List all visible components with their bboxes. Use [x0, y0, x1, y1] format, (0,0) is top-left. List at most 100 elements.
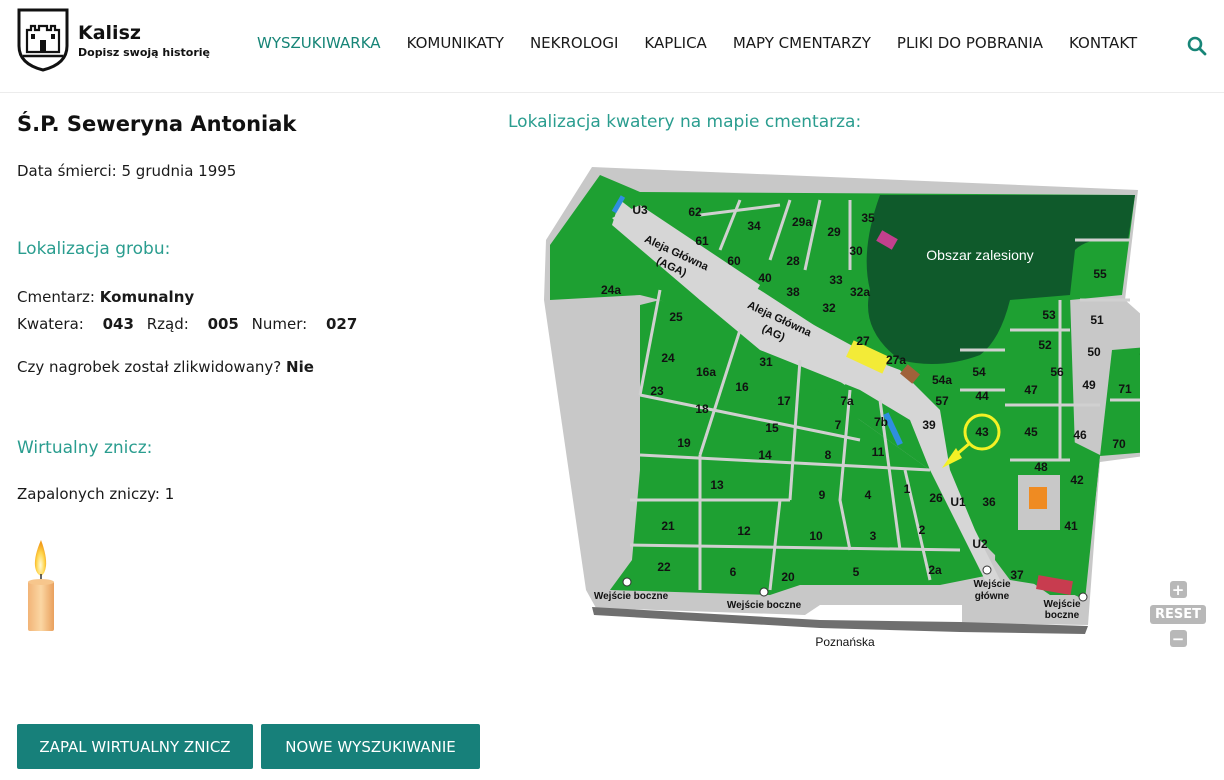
row-value: 005: [207, 315, 239, 333]
quarter-label-9[interactable]: 9: [819, 488, 826, 502]
quarter-label-8[interactable]: 8: [825, 448, 832, 462]
death-date: 5 grudnia 1995: [121, 162, 237, 180]
quarter-label-1[interactable]: 1: [904, 482, 911, 496]
quarter-label-29[interactable]: 29: [827, 225, 841, 239]
quarter-label-62[interactable]: 62: [688, 205, 702, 219]
quarter-label-56[interactable]: 56: [1050, 365, 1064, 379]
quarter-label-U3[interactable]: U3: [632, 203, 648, 217]
quarter-label-70[interactable]: 70: [1112, 437, 1126, 451]
quarter-label-54a[interactable]: 54a: [932, 373, 952, 387]
quarter-label-23[interactable]: 23: [650, 384, 664, 398]
quarter-label-24a[interactable]: 24a: [601, 283, 621, 297]
quarter-label-12[interactable]: 12: [737, 524, 751, 538]
quarter-label-18[interactable]: 18: [695, 402, 709, 416]
quarter-label-53[interactable]: 53: [1042, 308, 1056, 322]
cemetery-line: Cmentarz: Komunalny: [17, 288, 194, 306]
quarter-label-7a[interactable]: 7a: [840, 394, 854, 408]
quarter-label-40[interactable]: 40: [758, 271, 772, 285]
quarter-label-U2[interactable]: U2: [972, 537, 988, 551]
candle-count-line: Zapalonych zniczy: 1: [17, 485, 174, 503]
quarter-label-25[interactable]: 25: [669, 310, 683, 324]
quarter-label-5[interactable]: 5: [853, 565, 860, 579]
quarter-label-41[interactable]: 41: [1064, 519, 1078, 533]
quarter-label-19[interactable]: 19: [677, 436, 691, 450]
quarter-value: 043: [102, 315, 134, 333]
new-search-button[interactable]: NOWE WYSZUKIWANIE: [261, 724, 480, 769]
quarter-label-44[interactable]: 44: [975, 389, 989, 403]
quarter-label-17[interactable]: 17: [777, 394, 791, 408]
quarter-label-42[interactable]: 42: [1070, 473, 1084, 487]
quarter-label-32[interactable]: 32: [822, 301, 836, 315]
nav-item-mapy-cmentarzy[interactable]: MAPY CMENTARZY: [733, 34, 871, 52]
quarter-label-14[interactable]: 14: [758, 448, 772, 462]
nav-item-wyszukiwarka[interactable]: WYSZUKIWARKA: [257, 34, 381, 52]
quarter-label-29a[interactable]: 29a: [792, 215, 812, 229]
quarter-label-46[interactable]: 46: [1073, 428, 1087, 442]
quarter-label-38[interactable]: 38: [786, 285, 800, 299]
quarter-label-33[interactable]: 33: [829, 273, 843, 287]
quarter-label-54[interactable]: 54: [972, 365, 986, 379]
quarter-label-31[interactable]: 31: [759, 355, 773, 369]
quarter-label-2[interactable]: 2: [919, 523, 926, 537]
quarter-label-60[interactable]: 60: [727, 254, 741, 268]
quarter-label-U1[interactable]: U1: [950, 495, 966, 509]
quarter-label-72[interactable]: 72: [1139, 351, 1140, 365]
quarter-label-35[interactable]: 35: [861, 211, 875, 225]
quarter-label-16a[interactable]: 16a: [696, 365, 716, 379]
row-label: Rząd:: [146, 315, 189, 333]
quarter-label-27[interactable]: 27: [856, 334, 870, 348]
zoom-in-button[interactable]: +: [1169, 581, 1187, 599]
quarter-label-11[interactable]: 11: [872, 445, 885, 459]
quarter-label-34[interactable]: 34: [747, 219, 761, 233]
quarter-label-13[interactable]: 13: [710, 478, 724, 492]
quarter-label-50[interactable]: 50: [1087, 345, 1101, 359]
quarter-label-49[interactable]: 49: [1082, 378, 1096, 392]
quarter-label-36[interactable]: 36: [982, 495, 996, 509]
quarter-label-27a[interactable]: 27a: [886, 353, 906, 367]
quarter-label-16[interactable]: 16: [735, 380, 749, 394]
quarter-label-15[interactable]: 15: [765, 421, 779, 435]
nav-item-komunikaty[interactable]: KOMUNIKATY: [407, 34, 504, 52]
search-icon[interactable]: [1186, 35, 1208, 57]
quarter-label-57[interactable]: 57: [935, 394, 949, 408]
nav-item-pliki-do-pobrania[interactable]: PLIKI DO POBRANIA: [897, 34, 1043, 52]
quarter-label-48[interactable]: 48: [1034, 460, 1048, 474]
quarter-label-45[interactable]: 45: [1024, 425, 1038, 439]
forest-label: Obszar zalesiony: [926, 247, 1033, 263]
nav-item-kaplica[interactable]: KAPLICA: [644, 34, 706, 52]
quarter-label-61[interactable]: 61: [695, 234, 709, 248]
quarter-label-7[interactable]: 7: [835, 418, 842, 432]
quarter-label-28[interactable]: 28: [786, 254, 800, 268]
cemetery-map[interactable]: Obszar zalesiony Aleja Główna (AGA) Alej…: [540, 160, 1140, 660]
quarter-label-55[interactable]: 55: [1093, 267, 1107, 281]
quarter-label-6[interactable]: 6: [730, 565, 737, 579]
quarter-label-37[interactable]: 37: [1010, 568, 1024, 582]
logo[interactable]: Kalisz Dopisz swoją historię: [17, 8, 210, 72]
quarter-label-10[interactable]: 10: [809, 529, 823, 543]
quarter-label-21[interactable]: 21: [661, 519, 675, 533]
quarter-label-52[interactable]: 52: [1038, 338, 1052, 352]
quarter-label-47[interactable]: 47: [1024, 383, 1038, 397]
quarter-label-22[interactable]: 22: [657, 560, 671, 574]
nav-item-kontakt[interactable]: KONTAKT: [1069, 34, 1137, 52]
quarter-label-26[interactable]: 26: [929, 491, 943, 505]
number-value: 027: [325, 315, 358, 333]
quarter-label-30[interactable]: 30: [849, 244, 863, 258]
nav-item-nekrologi[interactable]: NEKROLOGI: [530, 34, 618, 52]
quarter-label-24[interactable]: 24: [661, 351, 675, 365]
zoom-out-button[interactable]: −: [1169, 630, 1187, 648]
quarter-label-32a[interactable]: 32a: [850, 285, 870, 299]
quarter-label-4[interactable]: 4: [865, 488, 872, 502]
side-entrance-2-label: Wejście boczne: [727, 600, 802, 611]
quarter-label-51[interactable]: 51: [1090, 313, 1104, 327]
quarter-label-7b[interactable]: 7b: [874, 415, 888, 429]
quarter-label-3[interactable]: 3: [870, 529, 877, 543]
quarter-label-43[interactable]: 43: [975, 425, 989, 439]
light-candle-button[interactable]: ZAPAL WIRTUALNY ZNICZ: [17, 724, 253, 769]
side-entrance-3-label-1: Wejście: [1043, 599, 1080, 610]
quarter-label-39[interactable]: 39: [922, 418, 936, 432]
quarter-label-71[interactable]: 71: [1118, 382, 1132, 396]
quarter-label-20[interactable]: 20: [781, 570, 795, 584]
reset-button[interactable]: RESET: [1150, 605, 1206, 624]
quarter-label-2a[interactable]: 2a: [928, 563, 942, 577]
